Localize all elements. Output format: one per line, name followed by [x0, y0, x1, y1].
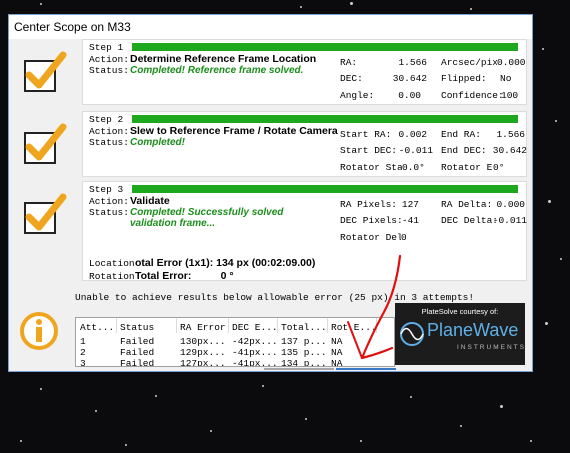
- rotator-delta-value: 0: [401, 232, 407, 243]
- end-ra-label: End RA:: [441, 129, 481, 140]
- action-label: Action:: [89, 196, 129, 207]
- step-3-progress-bar: [132, 185, 518, 193]
- checkmark-icon: [24, 51, 67, 92]
- cell-dec-error: -41px...: [232, 358, 278, 367]
- location-total-error: otal Error (1x1): 134 px (00:02:09.00): [135, 257, 316, 269]
- rotator-start-value: 0.0°: [402, 162, 425, 173]
- step-2-action: Slew to Reference Frame / Rotate Camera: [130, 125, 338, 137]
- step-3-label: Step 3: [89, 184, 124, 195]
- cell-ra-error: 127px...: [180, 358, 226, 367]
- flipped-value: No: [500, 73, 512, 84]
- cell-ra-error: 129px...: [180, 347, 226, 358]
- column-header-attempt[interactable]: Att...: [80, 322, 114, 333]
- status-label: Status:: [89, 137, 129, 148]
- cell-dec-error: -42px...: [232, 336, 278, 347]
- scroll-indicator[interactable]: [264, 368, 334, 370]
- column-header-dec-error[interactable]: DEC E...: [232, 322, 278, 333]
- center-scope-dialog: Center Scope on M33 Step 1 Action: Deter…: [8, 14, 533, 372]
- action-label: Action:: [89, 54, 129, 65]
- dec-delta-value: -0.011: [492, 215, 527, 226]
- cell-ra-error: 130px...: [180, 336, 226, 347]
- flipped-label: Flipped:: [441, 73, 487, 84]
- step-1-action: Determine Reference Frame Location: [130, 53, 317, 65]
- logo-brand-text: PlaneWave: [427, 320, 519, 340]
- arcsec-label: Arcsec/pixel: [441, 57, 497, 68]
- dec-label: DEC:: [340, 73, 363, 84]
- rotation-total-error: Total Error: 0 °: [135, 270, 234, 282]
- status-label: Status:: [89, 207, 129, 218]
- step-1-status: Completed! Reference frame solved.: [130, 65, 304, 76]
- scroll-indicator-active[interactable]: [336, 368, 396, 370]
- cell-status: Failed: [120, 336, 155, 347]
- checkmark-icon: [24, 123, 67, 164]
- logo-subtitle-text: INSTRUMENTS: [457, 344, 526, 351]
- checkmark-icon: [24, 193, 67, 234]
- confidence-value: 100: [501, 90, 519, 101]
- cell-total: 134 p...: [281, 358, 327, 367]
- arcsec-value: 0.000: [497, 57, 526, 68]
- step-2-label: Step 2: [89, 114, 124, 125]
- step-2-progress-bar: [132, 115, 518, 123]
- logo-credit-text: PlateSolve courtesy of:: [421, 307, 499, 316]
- status-label: Status:: [89, 65, 129, 76]
- cell-attempt: 3: [80, 358, 86, 367]
- cell-total: 137 p...: [281, 336, 327, 347]
- rotation-label: Rotation:: [89, 271, 135, 282]
- ra-pixels-value: 127: [401, 199, 419, 210]
- rotator-start-label: Rotator Start: [340, 162, 402, 173]
- end-dec-value: 30.642: [492, 145, 527, 156]
- annotation-arrow-icon: [347, 254, 402, 360]
- step-2-panel: Step 2 Action: Slew to Reference Frame /…: [82, 111, 527, 177]
- start-dec-value: -0.011: [398, 145, 433, 156]
- step-1-panel: Step 1 Action: Determine Reference Frame…: [82, 39, 527, 105]
- info-icon: [20, 312, 58, 350]
- column-header-ra-error[interactable]: RA Error: [180, 322, 226, 333]
- step-3-panel: Step 3 Action: Validate Status: Complete…: [82, 181, 527, 282]
- step-3-status: Completed! Successfully solved validatio…: [130, 207, 284, 229]
- rotator-delta-label: Rotator Delta: [340, 232, 401, 243]
- end-dec-label: End DEC:: [441, 145, 487, 156]
- ra-label: RA:: [340, 57, 358, 68]
- location-label: Location:: [89, 258, 135, 269]
- angle-label: Angle:: [340, 90, 375, 101]
- column-header-total[interactable]: Total...: [281, 322, 327, 333]
- dec-value: 30.642: [392, 73, 427, 84]
- cell-dec-error: -41px...: [232, 347, 278, 358]
- end-ra-value: 1.566: [496, 129, 525, 140]
- rotator-end-label: Rotator End: [441, 162, 493, 173]
- cell-attempt: 1: [80, 336, 86, 347]
- action-label: Action:: [89, 126, 129, 137]
- cell-status: Failed: [120, 358, 155, 367]
- confidence-label: Confidence:: [441, 90, 504, 101]
- cell-total: 135 p...: [281, 347, 327, 358]
- column-header-status[interactable]: Status: [120, 322, 154, 333]
- ra-value: 1.566: [398, 57, 427, 68]
- step-1-progress-bar: [132, 43, 518, 51]
- planewave-logo: PlateSolve courtesy of: PlaneWave INSTRU…: [395, 303, 525, 365]
- rotator-end-value: 0°: [493, 162, 505, 173]
- ra-delta-value: 0.000: [496, 199, 525, 210]
- cell-attempt: 2: [80, 347, 86, 358]
- start-ra-value: 0.002: [398, 129, 427, 140]
- step-3-action: Validate: [130, 195, 170, 207]
- ra-pixels-label: RA Pixels:: [340, 199, 398, 210]
- step-2-status: Completed!: [130, 137, 185, 148]
- dec-pixels-value: -41: [401, 215, 419, 226]
- window-title: Center Scope on M33: [9, 15, 532, 39]
- step-1-label: Step 1: [89, 42, 124, 53]
- result-message: Unable to achieve results below allowabl…: [75, 292, 475, 303]
- cell-status: Failed: [120, 347, 155, 358]
- angle-value: 0.00: [398, 90, 421, 101]
